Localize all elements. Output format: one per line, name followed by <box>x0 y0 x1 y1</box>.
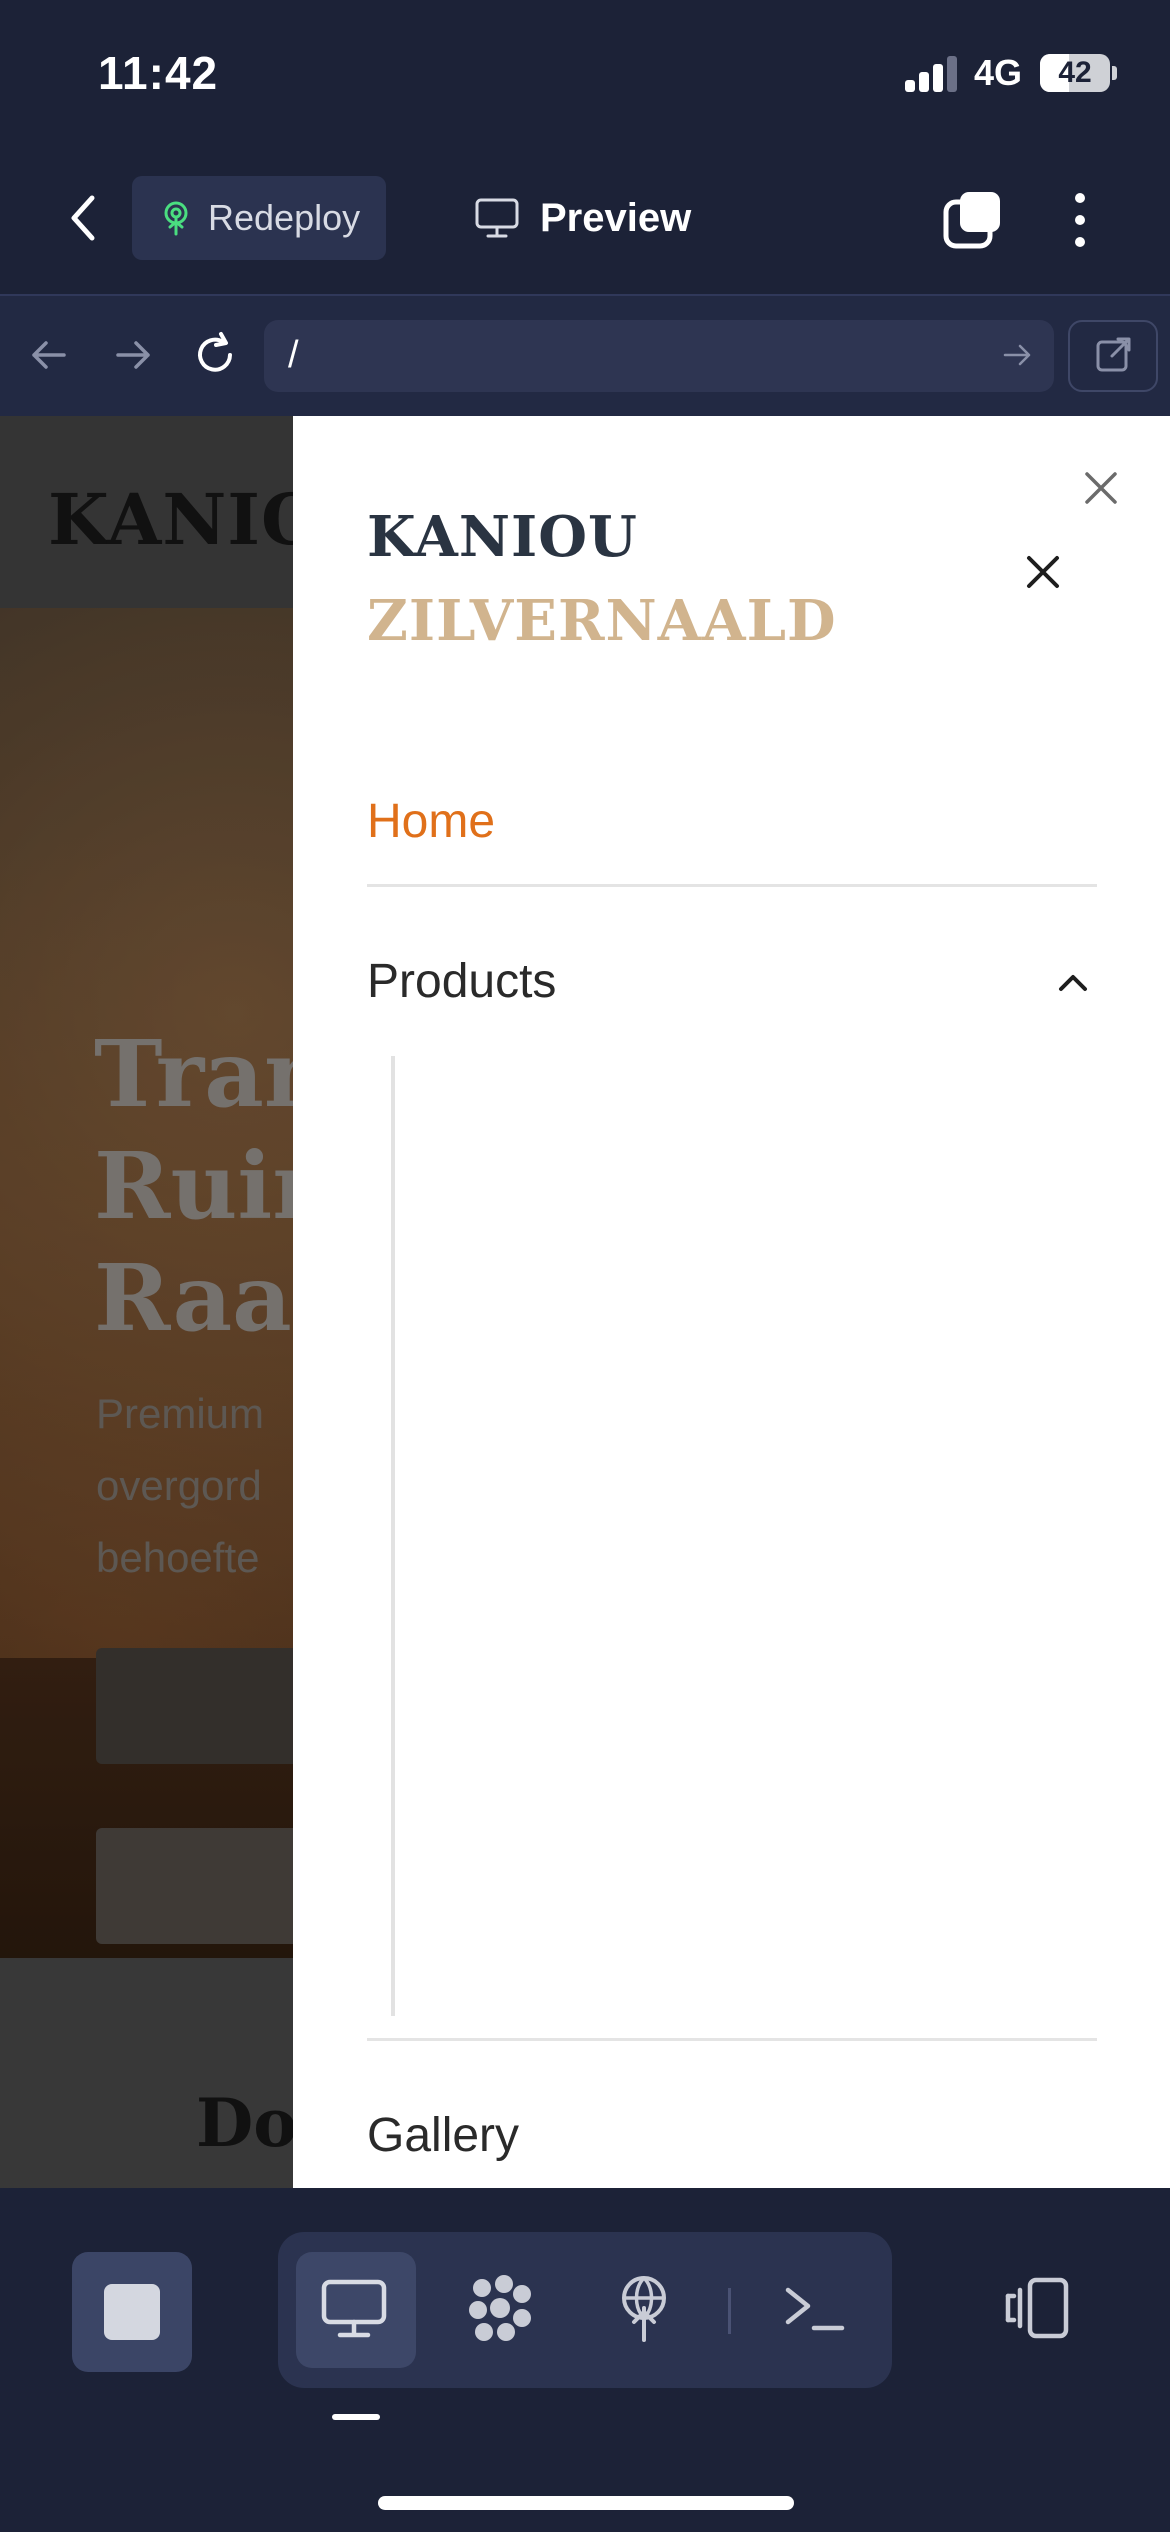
browser-nav-bar: / <box>0 296 1170 416</box>
monitor-icon <box>475 198 519 238</box>
deploy-icon <box>622 2276 666 2342</box>
menu-item-home[interactable]: Home <box>367 794 495 849</box>
more-options-button[interactable] <box>1060 188 1100 252</box>
close-overlay-button[interactable] <box>1079 466 1123 510</box>
url-input[interactable]: / <box>264 320 1054 392</box>
tabs-button[interactable] <box>940 188 1004 252</box>
signal-icon <box>905 56 959 92</box>
open-external-button[interactable] <box>1068 320 1158 392</box>
chevron-left-icon <box>71 195 95 241</box>
close-menu-button[interactable] <box>1021 550 1065 594</box>
tool-terminal-button[interactable] <box>778 2272 850 2344</box>
bottom-toolbar <box>0 2188 1170 2532</box>
home-indicator <box>378 2496 794 2510</box>
active-tool-indicator <box>332 2414 380 2420</box>
layout-toggle-button[interactable] <box>1000 2272 1072 2344</box>
tool-separator <box>728 2288 731 2334</box>
stop-icon <box>104 2284 160 2340</box>
products-toggle[interactable] <box>1053 962 1093 1002</box>
brand-name-line2: ZILVERNAALD <box>367 588 837 654</box>
reload-button[interactable] <box>190 330 240 380</box>
battery-level: 42 <box>1058 56 1092 89</box>
preview-tab[interactable]: Preview <box>474 186 691 250</box>
chevron-up-icon <box>1059 975 1087 991</box>
tabs-icon <box>943 192 1000 249</box>
redeploy-label: Redeploy <box>208 197 361 238</box>
tool-preview-button[interactable] <box>296 2252 416 2368</box>
status-time: 11:42 <box>98 47 219 99</box>
menu-item-products[interactable]: Products <box>367 954 556 1009</box>
monitor-icon <box>321 2279 387 2338</box>
deploy-tree-icon <box>164 201 188 236</box>
redeploy-button[interactable]: Redeploy <box>132 176 386 260</box>
menu-divider <box>367 2038 1097 2041</box>
arrow-left-icon <box>32 341 66 369</box>
panel-layout-icon <box>1005 2277 1069 2339</box>
menu-item-gallery[interactable]: Gallery <box>367 2108 519 2163</box>
status-bar: 11:42 4G 42 <box>0 0 1170 150</box>
network-type: 4G <box>974 52 1023 93</box>
workflow-icon <box>469 2275 531 2341</box>
battery-icon: 42 <box>1040 54 1110 92</box>
tool-workflow-button[interactable] <box>464 2272 536 2344</box>
menu-divider <box>367 884 1097 887</box>
arrow-right-icon <box>116 341 150 369</box>
url-text: / <box>288 334 299 376</box>
brand-name-line1: KANIOU <box>367 504 638 570</box>
tool-deploy-button[interactable] <box>608 2272 680 2344</box>
reload-icon <box>198 332 232 372</box>
preview-label: Preview <box>540 195 692 240</box>
battery-tip <box>1112 66 1117 80</box>
mobile-menu-drawer: KANIOU ZILVERNAALD Home Products Gallery <box>293 416 1170 2188</box>
close-icon <box>1027 556 1059 588</box>
products-submenu <box>391 1056 395 2016</box>
external-link-icon <box>1096 337 1131 372</box>
arrow-right-icon[interactable] <box>1000 338 1034 372</box>
back-button[interactable] <box>58 188 114 248</box>
browser-back-button[interactable] <box>24 330 74 380</box>
app-toolbar: Redeploy Preview <box>0 150 1170 294</box>
terminal-icon <box>785 2287 845 2331</box>
browser-forward-button[interactable] <box>108 330 158 380</box>
close-icon <box>1085 472 1117 504</box>
more-vertical-icon <box>1075 193 1085 247</box>
stop-button[interactable] <box>72 2252 192 2372</box>
